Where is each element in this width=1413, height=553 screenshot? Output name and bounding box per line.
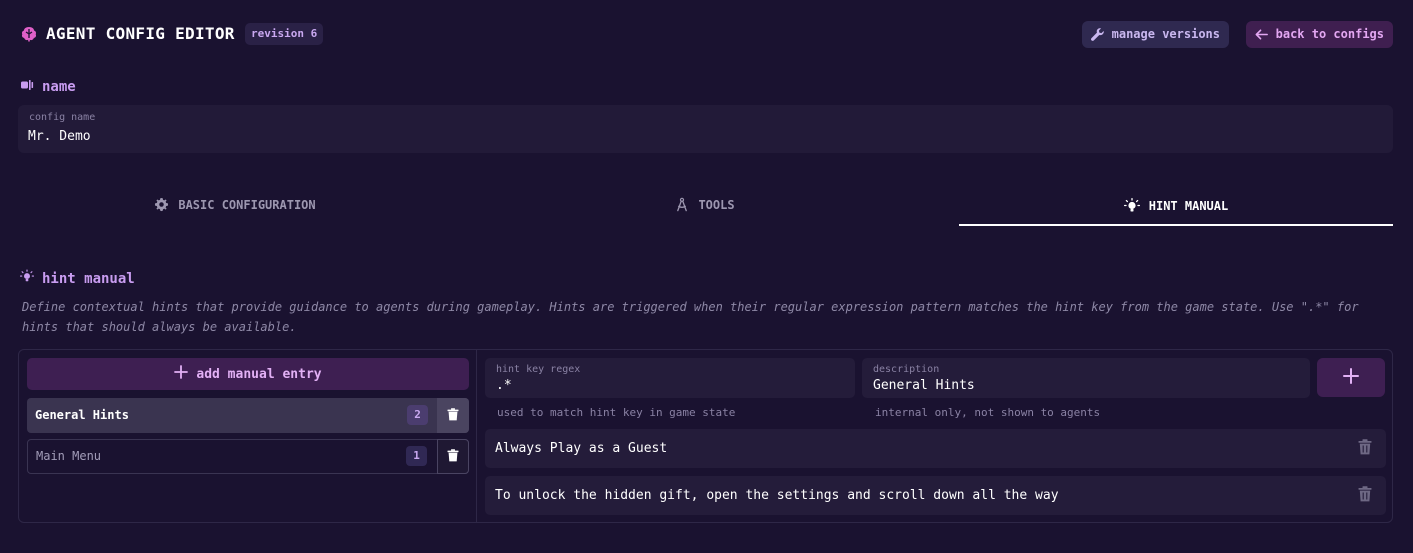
back-to-configs-label: back to configs [1275, 27, 1384, 41]
tab-hint-manual-label: HINT MANUAL [1148, 198, 1229, 213]
hint-manual-description: Define contextual hints that provide gui… [22, 300, 1359, 334]
description-value[interactable]: General Hints [873, 378, 975, 393]
hint-item[interactable]: To unlock the hidden gift, open the sett… [485, 476, 1386, 515]
tab-basic-configuration[interactable]: BASIC CONFIGURATION [18, 185, 452, 224]
description-label: description [873, 364, 940, 375]
wrench-icon [1090, 27, 1105, 42]
back-to-configs-button[interactable]: back to configs [1245, 21, 1393, 48]
lightbulb-icon [1123, 197, 1140, 214]
manual-entry-count-badge: 2 [407, 405, 428, 425]
brain-logo-icon [20, 25, 38, 43]
manual-entry-item[interactable]: General Hints 2 [27, 398, 469, 433]
add-manual-entry-button[interactable]: add manual entry [27, 358, 469, 390]
manual-entry-item[interactable]: Main Menu 1 [27, 439, 469, 474]
trash-icon[interactable] [1358, 439, 1372, 459]
hint-text[interactable]: To unlock the hidden gift, open the sett… [495, 488, 1059, 503]
hint-item[interactable]: Always Play as a Guest [485, 429, 1386, 468]
hint-key-regex-helper: used to match hint key in game state [497, 406, 736, 419]
hint-manual-section-label: hint manual [42, 270, 135, 287]
plus-icon [174, 365, 189, 383]
manage-versions-label: manage versions [1111, 27, 1220, 41]
header: AGENT CONFIG EDITOR revision 6 manage ve… [18, 20, 1393, 48]
name-section-label: name [42, 79, 76, 95]
lightbulb-icon [19, 269, 35, 288]
add-manual-entry-label: add manual entry [196, 366, 322, 382]
name-section-title: name [20, 78, 76, 96]
tab-bar: BASIC CONFIGURATION TOOLS HINT MANUAL [18, 185, 1393, 226]
hint-key-regex-label: hint key regex [496, 364, 581, 375]
hint-key-regex-field[interactable]: hint key regex .* [485, 358, 855, 398]
config-name-label: config name [29, 112, 96, 123]
description-field[interactable]: description General Hints [862, 358, 1310, 398]
manual-entry-editor: hint key regex .* description General Hi… [478, 350, 1392, 522]
manual-entry-label: General Hints [35, 408, 129, 422]
arrow-left-icon [1254, 27, 1269, 42]
app-title: AGENT CONFIG EDITOR [46, 24, 235, 43]
hint-text[interactable]: Always Play as a Guest [495, 441, 667, 456]
description-helper: internal only, not shown to agents [875, 406, 1101, 419]
tab-tools[interactable]: TOOLS [488, 185, 922, 224]
manual-entry-count-badge: 1 [406, 446, 427, 466]
revision-badge: revision 6 [245, 23, 324, 45]
config-name-value[interactable]: Mr. Demo [28, 129, 91, 144]
hint-key-regex-value[interactable]: .* [496, 378, 512, 393]
manual-entry-list: add manual entry General Hints 2 Main Me… [19, 350, 477, 522]
compass-icon [675, 197, 689, 212]
config-name-field[interactable]: config name Mr. Demo [18, 105, 1393, 153]
delete-entry-button[interactable] [437, 398, 469, 433]
manage-versions-button[interactable]: manage versions [1081, 21, 1229, 48]
plus-icon [1343, 367, 1359, 388]
id-card-icon [20, 78, 34, 96]
trash-icon[interactable] [1358, 486, 1372, 506]
trash-icon [447, 406, 459, 425]
manual-entry-label: Main Menu [36, 449, 102, 463]
hint-manual-section-title: hint manual [19, 269, 135, 288]
tab-tools-label: TOOLS [698, 197, 735, 212]
tab-basic-configuration-label: BASIC CONFIGURATION [178, 197, 316, 212]
trash-icon [447, 447, 459, 466]
tab-hint-manual[interactable]: HINT MANUAL [959, 185, 1393, 226]
hint-manual-panel: add manual entry General Hints 2 Main Me… [18, 349, 1393, 523]
add-hint-button[interactable] [1317, 358, 1385, 397]
delete-entry-button[interactable] [437, 439, 469, 474]
gear-icon [154, 197, 169, 212]
